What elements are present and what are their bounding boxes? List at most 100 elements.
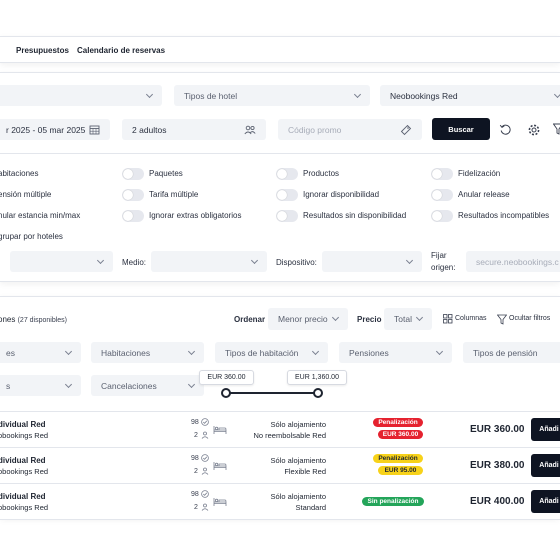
chevron-down-icon — [553, 90, 560, 98]
filter-s-select[interactable]: s — [0, 375, 81, 396]
results-panel: ones (27 disponibles) Ordenar Menor prec… — [0, 296, 560, 520]
toggle-tarifa-multiple[interactable] — [122, 189, 144, 201]
search-button[interactable]: Buscar — [432, 118, 490, 140]
price-label: Precio — [357, 315, 382, 324]
columns-icon[interactable] — [443, 314, 453, 324]
bed-icon — [213, 462, 227, 470]
channel-select[interactable] — [10, 251, 113, 272]
hide-filters-button[interactable]: Ocultar filtros — [509, 315, 550, 322]
filter-cancelaciones-label: Cancelaciones — [101, 380, 157, 391]
guest-count: 2 — [194, 504, 198, 511]
sort-select[interactable]: Menor precio — [268, 308, 348, 330]
option-habitaciones-label: abitaciones — [0, 169, 39, 178]
room-name: dividual Red — [0, 492, 46, 501]
price-select[interactable]: Total — [384, 308, 432, 330]
add-button[interactable]: Añadi — [531, 454, 560, 477]
range-min-tooltip: EUR 360.00 — [199, 370, 254, 385]
chevron-down-icon — [96, 256, 105, 264]
chevron-down-icon — [331, 313, 340, 322]
hotel-select[interactable] — [0, 85, 162, 106]
calendar-icon — [89, 125, 100, 135]
option-fidelizacion-label: Fidelización — [458, 169, 501, 178]
gear-icon[interactable] — [527, 123, 541, 137]
search-panel: Tipos de hotel Neobookings Red r 2025 - … — [0, 72, 560, 282]
tab-presupuestos[interactable]: Presupuestos — [16, 46, 69, 55]
date-range-field[interactable]: r 2025 - 05 mar 2025 — [0, 119, 110, 140]
price-value: Total — [394, 314, 412, 324]
filter-es-select[interactable]: es — [0, 342, 81, 363]
chain-select[interactable]: Neobookings Red — [380, 85, 560, 106]
reset-icon[interactable] — [499, 123, 512, 136]
results-title-text: ones — [0, 315, 16, 324]
chevron-down-icon — [311, 347, 320, 355]
filter-s-label: s — [6, 380, 11, 391]
chevron-down-icon — [435, 347, 444, 355]
board-type: Sólo alojamiento — [270, 492, 326, 501]
filter-pensiones-label: Pensiones — [349, 347, 389, 358]
add-button[interactable]: Añadi — [531, 490, 560, 513]
option-anular-release-label: Anular release — [458, 190, 510, 199]
add-button[interactable]: Añadi — [531, 418, 560, 441]
row-price: EUR 380.00 — [470, 460, 525, 471]
check-circle-icon — [201, 490, 209, 498]
filter-cancelaciones-select[interactable]: Cancelaciones — [91, 375, 204, 396]
bed-icon — [213, 498, 227, 506]
filter-board-type-select[interactable]: Tipos de pensión — [463, 342, 560, 363]
penalty-amount-badge: EUR 95.00 — [378, 466, 423, 475]
range-min-handle[interactable] — [221, 388, 231, 398]
results-title: ones (27 disponibles) — [0, 315, 67, 324]
penalty-amount-badge: EUR 360.00 — [378, 430, 423, 439]
funnel-icon[interactable] — [497, 314, 507, 325]
device-select[interactable] — [322, 251, 422, 272]
guests-field[interactable]: 2 adultos — [122, 119, 266, 140]
toggle-ignorar-extras[interactable] — [122, 210, 144, 222]
chevron-down-icon — [64, 347, 73, 355]
toggle-fidelizacion[interactable] — [431, 168, 453, 180]
option-ignorar-extras-label: Ignorar extras obligatorios — [149, 211, 242, 220]
rate-name: No reembolsable Red — [253, 431, 326, 440]
toggle-anular-release[interactable] — [431, 189, 453, 201]
chevron-down-icon — [187, 380, 196, 388]
chevron-down-icon — [187, 347, 196, 355]
promo-code-placeholder: Código promo — [288, 124, 342, 135]
toggle-resultados-incompatibles[interactable] — [431, 210, 453, 222]
origin-label-2: origen: — [431, 263, 456, 272]
filter-habitaciones-label: Habitaciones — [101, 347, 151, 358]
filter-icon[interactable] — [553, 123, 560, 135]
board-type: Sólo alojamiento — [270, 456, 326, 465]
tab-calendario-reservas[interactable]: Calendario de reservas — [77, 46, 165, 55]
filter-room-type-select[interactable]: Tipos de habitación — [215, 342, 328, 363]
chevron-down-icon — [353, 90, 362, 98]
toggle-productos[interactable] — [276, 168, 298, 180]
medio-select[interactable] — [151, 251, 267, 272]
filter-pensiones-select[interactable]: Pensiones — [339, 342, 452, 363]
toggle-ignorar-disponibilidad[interactable] — [276, 189, 298, 201]
availability-count: 98 — [191, 419, 199, 426]
rate-name: Flexible Red — [284, 467, 326, 476]
penalty-badge: Sin penalización — [362, 497, 424, 506]
range-max-handle[interactable] — [313, 388, 323, 398]
option-resultados-incompatibles-label: Resultados incompatibles — [458, 211, 550, 220]
option-ignorar-disponibilidad-label: Ignorar disponibilidad — [303, 190, 380, 199]
option-resultados-sin-disponibilidad-label: Resultados sin disponibilidad — [303, 211, 407, 220]
origin-label-1: Fijar — [431, 251, 447, 260]
person-icon — [201, 431, 209, 439]
check-circle-icon — [201, 418, 209, 426]
sort-value: Menor precio — [278, 314, 328, 324]
columns-button[interactable]: Columnas — [455, 315, 487, 322]
option-productos-label: Productos — [303, 169, 340, 178]
filter-es-label: es — [6, 347, 15, 358]
hotel-type-select[interactable]: Tipos de hotel — [174, 85, 370, 106]
toggle-paquetes[interactable] — [122, 168, 144, 180]
person-icon — [201, 503, 209, 511]
hotel-name: obookings Red — [0, 431, 49, 440]
toggle-resultados-sin-disponibilidad[interactable] — [276, 210, 298, 222]
price-range-track[interactable] — [226, 392, 318, 394]
promo-code-field[interactable]: Código promo — [278, 119, 422, 140]
guest-count: 2 — [194, 468, 198, 475]
range-max-tooltip: EUR 1,360.00 — [287, 370, 347, 385]
origin-field[interactable]: secure.neobookings.c — [466, 251, 560, 272]
result-row: dividual Red obookings Red 98 2 Sólo alo… — [0, 448, 560, 484]
row-price: EUR 400.00 — [470, 496, 525, 507]
filter-habitaciones-select[interactable]: Habitaciones — [91, 342, 204, 363]
